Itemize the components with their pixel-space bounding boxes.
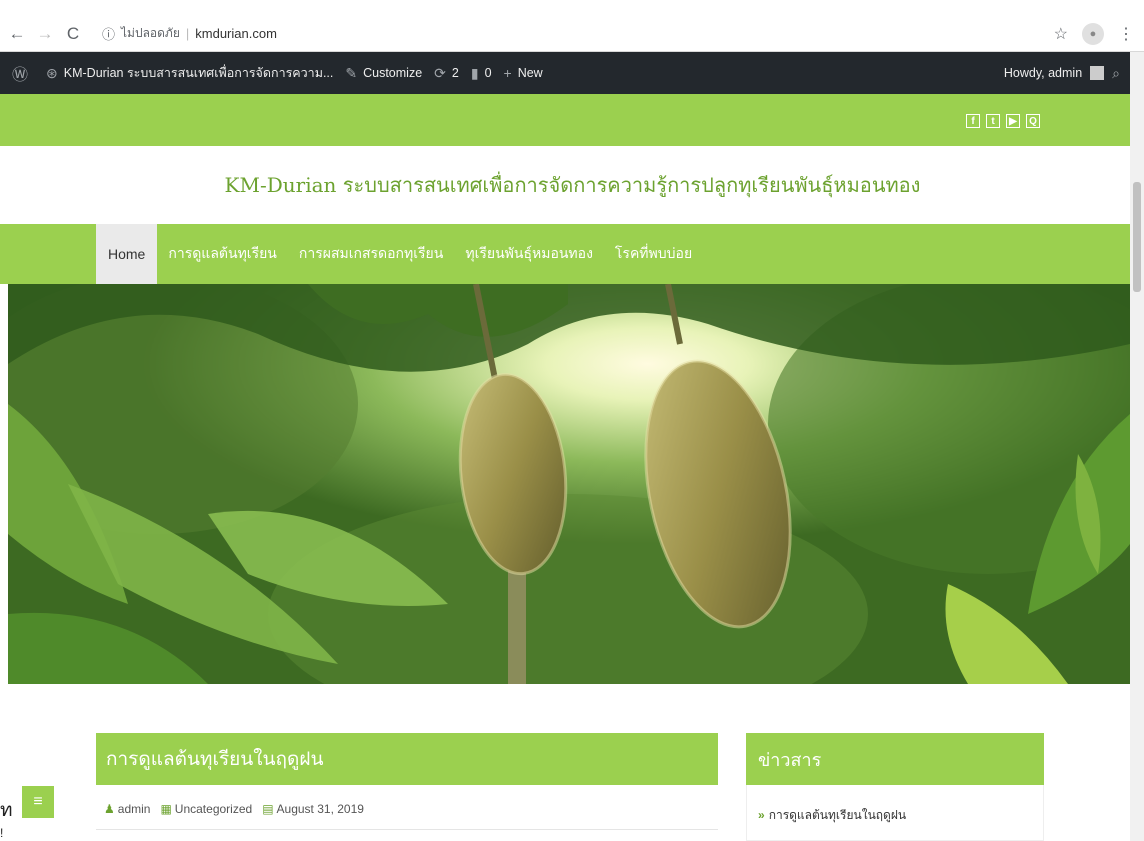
post-category[interactable]: ▦ Uncategorized — [160, 802, 252, 816]
nav-item-home[interactable]: Home — [96, 224, 158, 284]
profile-avatar-icon[interactable]: ● — [1082, 22, 1104, 45]
social-icons: f t ▶ Q — [966, 114, 1040, 128]
page-scrollbar[interactable] — [1130, 52, 1144, 841]
reload-icon[interactable]: C — [62, 23, 84, 45]
search-icon[interactable]: ⌕ — [1112, 65, 1120, 82]
post-category-label: Uncategorized — [174, 802, 253, 816]
admin-bar-new[interactable]: + New — [504, 65, 543, 81]
url-text[interactable]: kmdurian.com — [195, 26, 277, 41]
nav-item-durian-care[interactable]: การดูแลต้นทุเรียน — [157, 224, 288, 284]
site-title[interactable]: KM-Durian ระบบสารสนเทศเพื่อการจัดการความ… — [225, 169, 921, 201]
post-meta: ♟ admin ▦ Uncategorized ▤ August 31, 2019 — [104, 802, 364, 816]
address-bar[interactable]: ⓘ ไม่ปลอดภัย | kmdurian.com — [102, 21, 277, 47]
wordpress-logo-icon[interactable]: Ⓦ — [12, 61, 34, 85]
star-icon[interactable]: ☆ — [1054, 24, 1068, 44]
calendar-icon: ▤ — [262, 802, 274, 816]
nav-item-diseases[interactable]: โรคที่พบบ่อย — [604, 224, 703, 284]
post-date[interactable]: ▤ August 31, 2019 — [262, 802, 364, 816]
browser-toolbar: ← → C ⓘ ไม่ปลอดภัย | kmdurian.com ☆ ● ⋮ — [0, 16, 1144, 52]
not-secure-label: ไม่ปลอดภัย — [121, 26, 180, 40]
howdy-label[interactable]: Howdy, admin — [1004, 66, 1082, 80]
post-divider — [96, 829, 718, 830]
plus-icon: + — [503, 65, 512, 81]
updates-icon: ⟳ — [434, 64, 446, 81]
post-author[interactable]: ♟ admin — [104, 802, 150, 816]
facebook-icon[interactable]: f — [966, 114, 980, 128]
edge-text-2: ! — [0, 826, 4, 840]
hero-image — [8, 284, 1130, 684]
nav-item-monthong[interactable]: ทุเรียนพันธุ์หมอนทอง — [454, 224, 604, 284]
hamburger-icon: ≡ — [33, 793, 43, 810]
admin-bar-comments[interactable]: ▮ 0 — [471, 65, 492, 82]
twitter-icon[interactable]: t — [986, 114, 1000, 128]
youtube-icon[interactable]: ▶ — [1006, 114, 1020, 128]
edge-text-1: ท — [0, 800, 13, 821]
url-separator: | — [185, 26, 190, 41]
admin-bar-customize[interactable]: ✎ Customize — [345, 65, 422, 82]
arrow-right-icon[interactable]: → — [34, 23, 56, 45]
admin-avatar[interactable] — [1090, 66, 1105, 80]
post-date-label: August 31, 2019 — [276, 802, 364, 816]
admin-bar-updates[interactable]: ⟳ 2 — [434, 65, 459, 82]
comments-count: 0 — [484, 66, 492, 80]
arrow-left-icon[interactable]: ← — [6, 23, 28, 45]
nav-item-pollination[interactable]: การผสมเกสรดอกทุเรียน — [288, 224, 454, 284]
brush-icon: ✎ — [345, 64, 358, 81]
updates-count: 2 — [451, 66, 459, 80]
customize-label: Customize — [363, 66, 423, 80]
user-icon: ♟ — [104, 802, 115, 816]
comment-icon: ▮ — [470, 64, 479, 81]
site-header: KM-Durian ระบบสารสนเทศเพื่อการจัดการความ… — [0, 146, 1130, 224]
sidebar-heading: ข่าวสาร — [746, 733, 1044, 785]
post-author-label: admin — [117, 802, 151, 816]
page-top-sliver — [0, 0, 1144, 10]
hero-durian-illustration — [8, 284, 1130, 684]
header-top-strip: f t ▶ Q — [0, 94, 1130, 146]
dashboard-icon: ⊛ — [46, 64, 58, 81]
search-icon[interactable]: Q — [1026, 114, 1040, 128]
site-name-label: KM-Durian ระบบสารสนเทศเพื่อการจัดการความ… — [63, 66, 334, 80]
info-icon[interactable]: ⓘ — [102, 24, 115, 43]
sidebar-news-item-label: การดูแลต้นทุเรียนในฤดูฝน — [768, 808, 907, 822]
double-chevron-right-icon: » — [758, 808, 765, 822]
kebab-menu-icon[interactable]: ⋮ — [1118, 24, 1134, 44]
wp-admin-bar: Ⓦ ⊛ KM-Durian ระบบสารสนเทศเพื่อการจัดการ… — [0, 52, 1130, 94]
main-navigation: Home การดูแลต้นทุเรียน การผสมเกสรดอกทุเร… — [0, 224, 1130, 284]
post-title[interactable]: การดูแลต้นทุเรียนในฤดูฝน — [96, 733, 718, 785]
grid-icon: ▦ — [160, 802, 172, 816]
new-label: New — [517, 66, 543, 80]
sidebar-news-item[interactable]: » การดูแลต้นทุเรียนในฤดูฝน — [758, 806, 906, 825]
admin-bar-site-name[interactable]: ⊛ KM-Durian ระบบสารสนเทศเพื่อการจัดการคว… — [46, 63, 333, 83]
mobile-menu-toggle[interactable]: ≡ — [22, 786, 54, 818]
scrollbar-thumb[interactable] — [1133, 182, 1141, 292]
